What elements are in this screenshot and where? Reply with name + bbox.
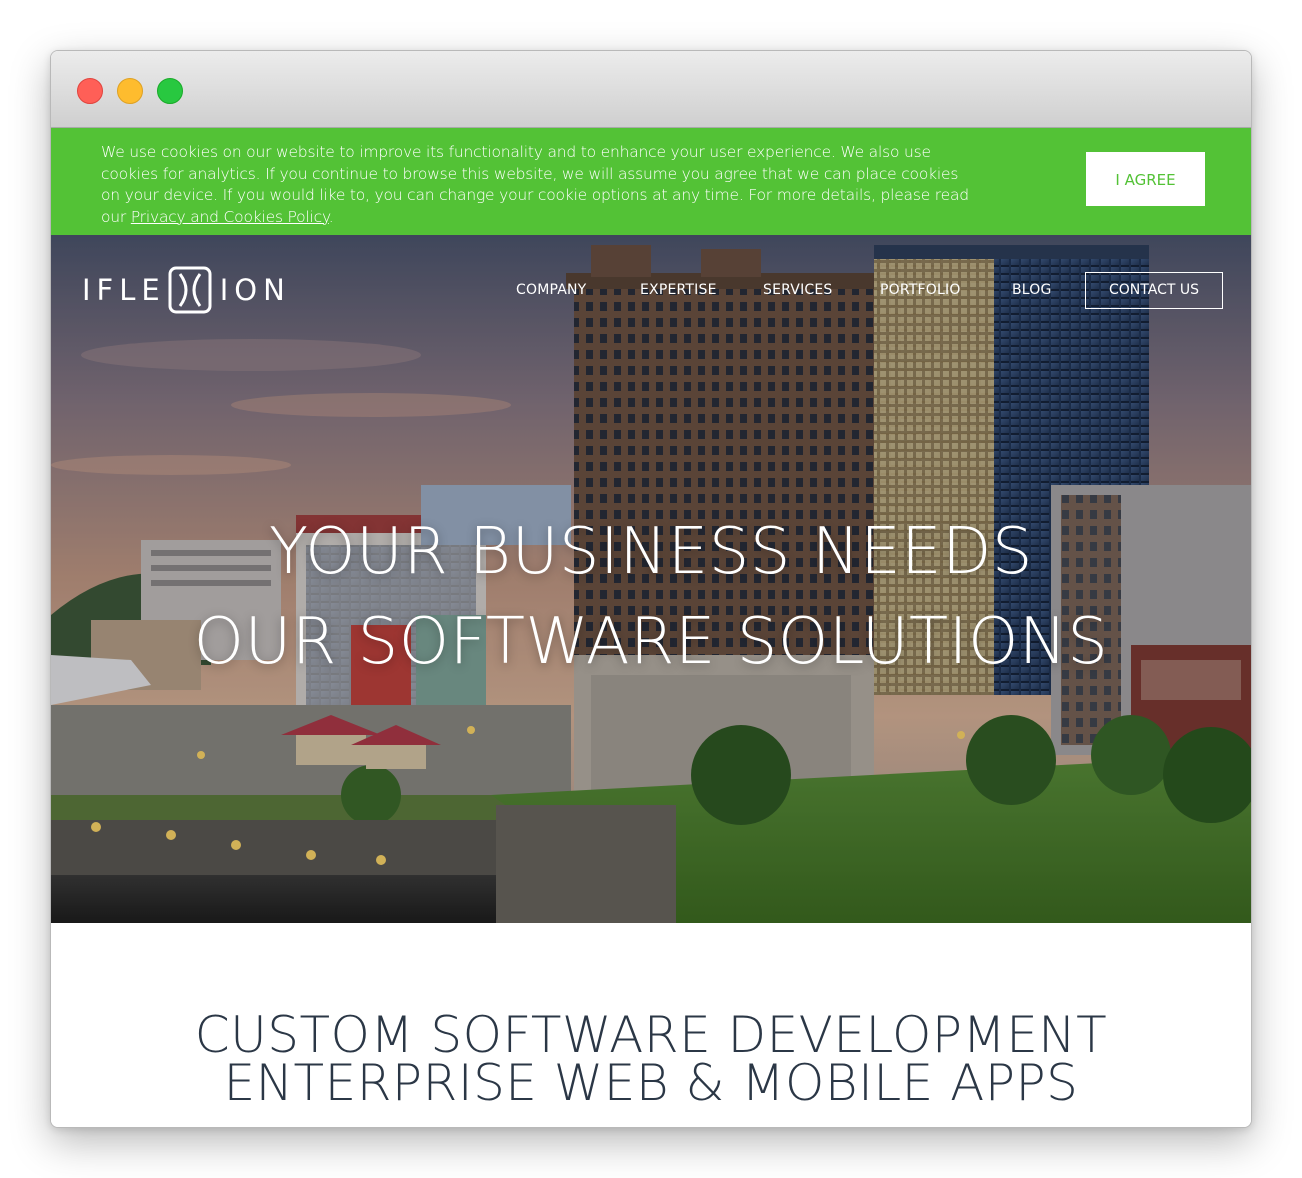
main-nav: COMPANY EXPERTISE SERVICES PORTFOLIO BLO… (51, 272, 1251, 309)
services-section: CUSTOM SOFTWARE DEVELOPMENT ENTERPRISE W… (51, 923, 1251, 1127)
cookie-text-end: . (328, 207, 334, 226)
contact-us-button[interactable]: CONTACT US (1085, 272, 1223, 309)
privacy-policy-link[interactable]: Privacy and Cookies Policy (131, 208, 329, 226)
minimize-window-button[interactable] (117, 78, 143, 104)
cookie-banner: We use cookies on our website to improve… (51, 128, 1251, 235)
cookie-message: We use cookies on our website to improve… (101, 142, 981, 228)
hero-headline: YOUR BUSINESS NEEDS OUR SOFTWARE SOLUTIO… (51, 507, 1251, 687)
browser-window: We use cookies on our website to improve… (50, 50, 1252, 1128)
hero-line-1: YOUR BUSINESS NEEDS (269, 515, 1033, 589)
nav-blog[interactable]: BLOG (1012, 272, 1052, 308)
nav-expertise[interactable]: EXPERTISE (640, 272, 717, 308)
section-heading: CUSTOM SOFTWARE DEVELOPMENT ENTERPRISE W… (51, 1006, 1251, 1112)
nav-company[interactable]: COMPANY (516, 272, 586, 308)
hero-section: IFLE ION COMPANY EXPERTISE SERVICES PORT… (51, 235, 1251, 923)
nav-services[interactable]: SERVICES (763, 272, 833, 308)
nav-portfolio[interactable]: PORTFOLIO (880, 272, 961, 308)
window-titlebar (51, 51, 1251, 128)
section-line-1: CUSTOM SOFTWARE DEVELOPMENT (194, 1006, 1108, 1064)
close-window-button[interactable] (77, 78, 103, 104)
section-line-2: ENTERPRISE WEB & MOBILE APPS (223, 1054, 1079, 1112)
agree-button[interactable]: I AGREE (1086, 152, 1205, 206)
hero-line-2: OUR SOFTWARE SOLUTIONS (193, 605, 1109, 679)
maximize-window-button[interactable] (157, 78, 183, 104)
